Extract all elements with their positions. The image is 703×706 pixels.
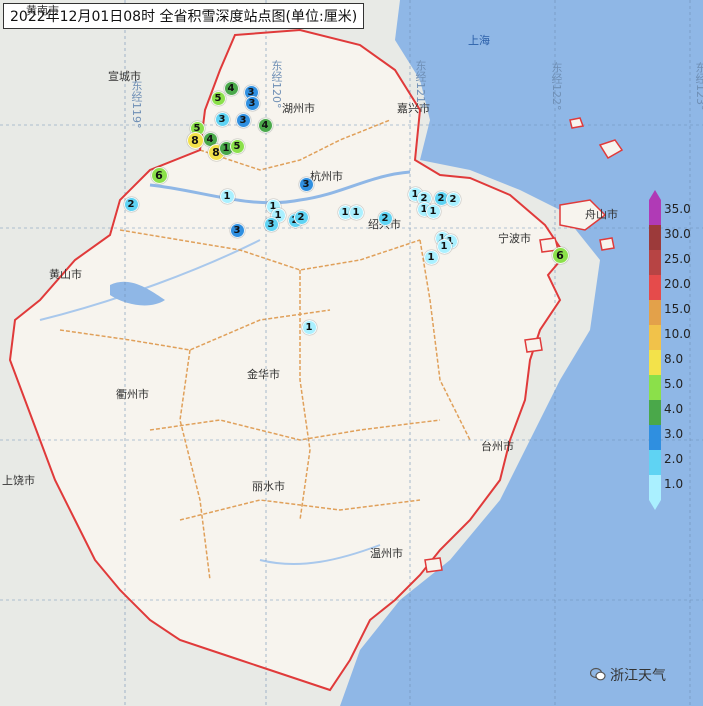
grid-label-120: 东经120° bbox=[270, 60, 283, 109]
station-marker: 2 bbox=[123, 196, 139, 212]
city-label-lishui: 丽水市 bbox=[252, 480, 285, 493]
legend-swatch-25.0 bbox=[649, 250, 661, 275]
legend-label-4.0: 4.0 bbox=[664, 402, 684, 416]
legend-label-8.0: 8.0 bbox=[664, 352, 684, 366]
wechat-icon bbox=[590, 667, 606, 681]
legend-label-2.0: 2.0 bbox=[664, 452, 684, 466]
station-marker: 3 bbox=[244, 95, 260, 111]
station-marker: 5 bbox=[210, 90, 226, 106]
legend-top-arrow bbox=[649, 190, 661, 200]
station-marker: 6 bbox=[551, 246, 569, 264]
city-label-taizhou: 台州市 bbox=[481, 440, 514, 453]
station-marker: 1 bbox=[436, 238, 452, 254]
legend-swatch-1.0 bbox=[649, 475, 661, 500]
station-marker: 1 bbox=[423, 249, 439, 265]
station-marker: 3 bbox=[263, 216, 279, 232]
city-label-huzhou: 湖州市 bbox=[282, 102, 315, 115]
legend-swatch-10.0 bbox=[649, 325, 661, 350]
station-marker: 8 bbox=[186, 131, 204, 149]
grid-label-122: 东经122° bbox=[550, 62, 563, 111]
legend-swatch-15.0 bbox=[649, 300, 661, 325]
watermark-text: 浙江天气 bbox=[610, 668, 666, 684]
legend-colorbar bbox=[649, 190, 661, 510]
city-label-wenzhou: 温州市 bbox=[370, 547, 403, 560]
legend-label-25.0: 25.0 bbox=[664, 252, 691, 266]
legend-label-30.0: 30.0 bbox=[664, 227, 691, 241]
legend-bottom-arrow bbox=[649, 500, 661, 510]
legend-label-3.0: 3.0 bbox=[664, 427, 684, 441]
legend-swatch-5.0 bbox=[649, 375, 661, 400]
station-marker: 4 bbox=[257, 117, 273, 133]
city-label-ningbo: 宁波市 bbox=[498, 232, 531, 245]
station-marker: 3 bbox=[229, 222, 245, 238]
city-label-shangrao: 上饶市 bbox=[2, 474, 35, 487]
city-label-zhoushan: 舟山市 bbox=[585, 208, 618, 221]
station-marker: 6 bbox=[150, 166, 168, 184]
station-marker: 3 bbox=[235, 112, 251, 128]
city-label-quzhou: 衢州市 bbox=[116, 388, 149, 401]
city-label-huangnan: 黄南市 bbox=[26, 4, 59, 17]
city-label-huangshan: 黄山市 bbox=[49, 268, 82, 281]
legend-label-10.0: 10.0 bbox=[664, 327, 691, 341]
legend-label-1.0: 1.0 bbox=[664, 477, 684, 491]
legend-swatch-3.0 bbox=[649, 425, 661, 450]
grid-label-121: 东经121° bbox=[414, 60, 427, 109]
legend-swatch-4.0 bbox=[649, 400, 661, 425]
legend-label-20.0: 20.0 bbox=[664, 277, 691, 291]
station-marker: 1 bbox=[219, 188, 235, 204]
legend-swatch-30.0 bbox=[649, 225, 661, 250]
station-marker: 1 bbox=[301, 319, 317, 335]
legend-label-5.0: 5.0 bbox=[664, 377, 684, 391]
legend-swatch-35.0 bbox=[649, 200, 661, 225]
station-marker: 1 bbox=[348, 204, 364, 220]
legend-label-15.0: 15.0 bbox=[664, 302, 691, 316]
legend-swatch-8.0 bbox=[649, 350, 661, 375]
grid-label-119: 东经119° bbox=[130, 80, 143, 129]
city-label-hangzhou: 杭州市 bbox=[310, 170, 343, 183]
station-marker: 2 bbox=[445, 191, 461, 207]
grid-label-123: 东经123° bbox=[694, 62, 703, 111]
station-marker: 5 bbox=[229, 138, 245, 154]
legend-swatch-20.0 bbox=[649, 275, 661, 300]
station-marker: 3 bbox=[298, 176, 314, 192]
station-marker: 2 bbox=[293, 209, 309, 225]
station-marker: 4 bbox=[223, 80, 239, 96]
station-marker: 1 bbox=[425, 203, 441, 219]
snow-depth-map: 2022年12月01日08时 全省积雪深度站点图(单位:厘米) 上海 宣城市 湖… bbox=[0, 0, 703, 706]
base-map bbox=[0, 0, 703, 706]
city-label-jinhua: 金华市 bbox=[247, 368, 280, 381]
city-label-shanghai: 上海 bbox=[468, 34, 490, 47]
legend-label-35.0: 35.0 bbox=[664, 202, 691, 216]
station-marker: 2 bbox=[377, 210, 393, 226]
station-marker: 3 bbox=[214, 111, 230, 127]
legend-swatch-2.0 bbox=[649, 450, 661, 475]
